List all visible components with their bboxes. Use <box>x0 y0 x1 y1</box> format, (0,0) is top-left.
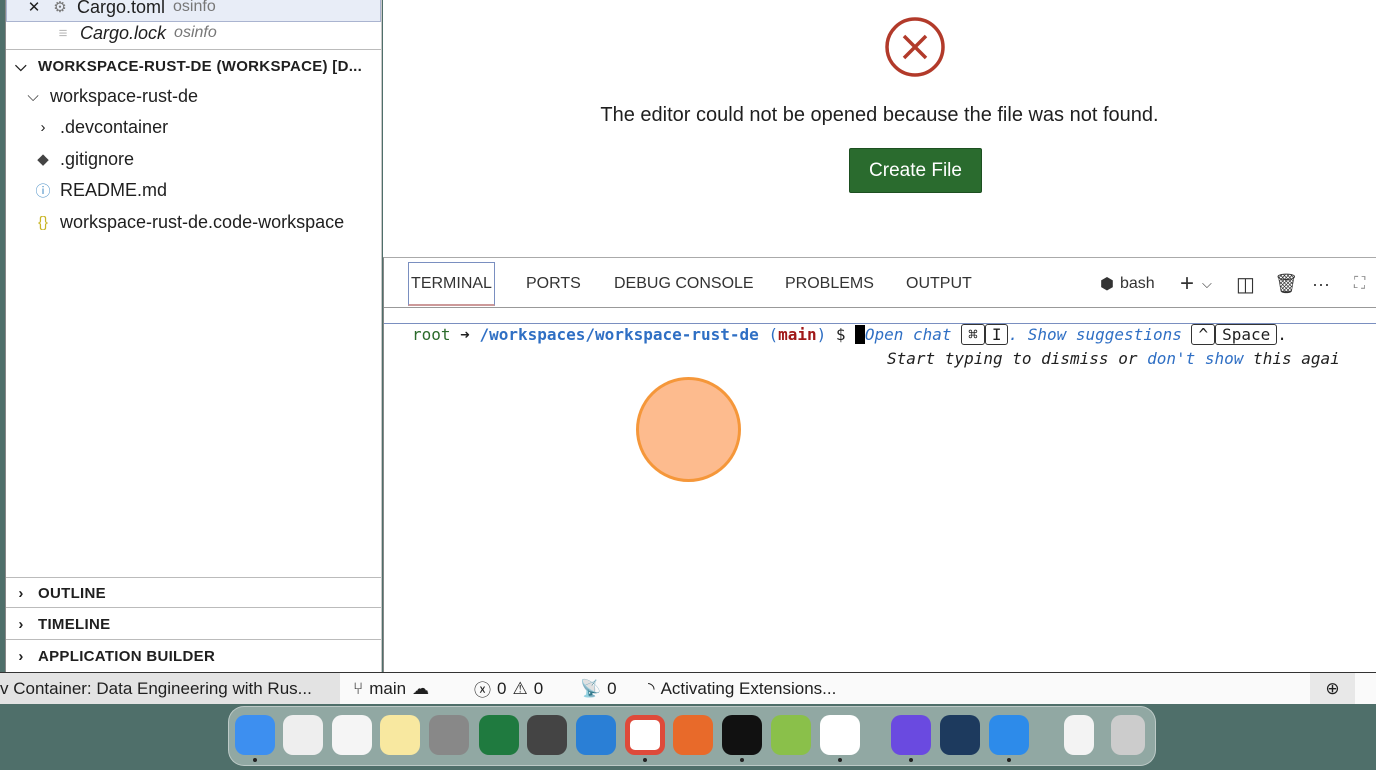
chevron-right-icon: › <box>40 118 46 136</box>
close-icon[interactable]: ✕ <box>25 0 43 16</box>
file-lines-icon: ≡ <box>58 24 68 42</box>
dock-launchpad[interactable] <box>283 715 323 755</box>
show-suggestions-link[interactable]: . Show suggestions <box>1008 325 1181 344</box>
dont-show-link[interactable]: don't show <box>1147 349 1243 368</box>
editor-area: The editor could not be opened because t… <box>383 0 1376 257</box>
file-gitignore[interactable]: ◆ .gitignore <box>6 144 381 174</box>
dock-docker[interactable] <box>989 715 1029 755</box>
dock-vscode[interactable] <box>820 715 860 755</box>
dock-maps[interactable] <box>771 715 811 755</box>
file-readme[interactable]: ⓘ README.md <box>6 175 381 205</box>
zoom-icon[interactable]: ⊕ <box>1310 673 1355 704</box>
divider <box>6 49 381 50</box>
tab-ports[interactable]: PORTS <box>526 262 581 306</box>
macos-dock <box>228 706 1156 766</box>
dock-app[interactable] <box>891 715 931 755</box>
more-actions-icon[interactable]: ··· <box>1312 262 1330 306</box>
folder-devcontainer[interactable]: › .devcontainer <box>6 112 381 142</box>
dock-downloads[interactable] <box>1064 715 1094 755</box>
status-bar: v Container: Data Engineering with Rus..… <box>0 672 1376 704</box>
problems-indicator[interactable]: ⓧ 0 ⚠ 0 <box>474 673 543 704</box>
section-application-builder[interactable]: › APPLICATION BUILDER <box>6 641 381 671</box>
json-braces-icon: {} <box>37 213 49 231</box>
git-icon: ◆ <box>37 151 49 168</box>
chevron-right-icon: › <box>18 647 24 665</box>
dock-excel[interactable] <box>479 715 519 755</box>
error-icon <box>885 17 945 77</box>
gear-icon: ⚙ <box>53 0 67 16</box>
explorer-sidebar: ✕ ⚙ Cargo.toml osinfo ≡ Cargo.lock osinfo … <box>5 0 382 672</box>
ports-indicator[interactable]: 📡 0 <box>580 673 617 704</box>
cloud-upload-icon: ☁ <box>412 678 430 698</box>
activity-indicator: ◝ Activating Extensions... <box>648 678 837 698</box>
split-terminal-icon[interactable]: ◫ <box>1236 262 1255 306</box>
dock-notes[interactable] <box>380 715 420 755</box>
tab-terminal[interactable]: TERMINAL <box>408 262 495 306</box>
terminal-line-1[interactable]: root ➜ /workspaces/workspace-rust-de (ma… <box>412 324 1287 345</box>
terminal-shell-selector[interactable]: ⬢ bash <box>1100 262 1155 306</box>
section-timeline[interactable]: › TIMELINE <box>6 609 381 639</box>
dock-settings[interactable] <box>429 715 469 755</box>
spinner-icon: ◝ <box>648 678 655 698</box>
branch-indicator[interactable]: ⑂ main ☁ <box>353 673 429 704</box>
dock-rider[interactable] <box>940 715 980 755</box>
error-message: The editor could not be opened because t… <box>600 104 1159 126</box>
dock-reminders[interactable] <box>332 715 372 755</box>
chevron-right-icon: › <box>18 584 24 602</box>
new-terminal-button[interactable]: + <box>1180 262 1194 306</box>
dock-sublime[interactable] <box>527 715 567 755</box>
dock-firefox[interactable] <box>673 715 713 755</box>
workspace-header[interactable]: ⌵ WORKSPACE-RUST-DE (WORKSPACE) [D... <box>6 51 381 81</box>
chevron-down-icon[interactable]: ⌵ <box>1202 262 1212 306</box>
info-icon: ⓘ <box>35 182 51 200</box>
maximize-panel-icon[interactable]: ⛶ <box>1354 262 1365 306</box>
tab-output[interactable]: OUTPUT <box>906 262 972 306</box>
dock-finder[interactable] <box>235 715 275 755</box>
chevron-down-icon: ⌵ <box>27 87 39 105</box>
remote-indicator[interactable]: v Container: Data Engineering with Rus..… <box>0 673 340 704</box>
section-outline[interactable]: › OUTLINE <box>6 578 381 608</box>
terminal-line-2: Start typing to dismiss or don't show th… <box>887 349 1340 368</box>
terminal-panel: TERMINAL PORTS DEBUG CONSOLE PROBLEMS OU… <box>383 257 1376 672</box>
bash-icon: ⬢ <box>1100 276 1114 293</box>
tab-problems[interactable]: PROBLEMS <box>785 262 874 306</box>
cursor-highlight <box>636 377 741 482</box>
git-branch-icon: ⑂ <box>353 678 364 698</box>
warning-icon: ⚠ <box>512 678 528 698</box>
dock-chrome[interactable] <box>625 715 665 755</box>
chevron-down-icon: ⌵ <box>15 57 27 75</box>
file-code-workspace[interactable]: {} workspace-rust-de.code-workspace <box>6 207 381 237</box>
dock-terminal[interactable] <box>722 715 762 755</box>
open-chat-link[interactable]: Open chat <box>865 325 952 344</box>
broadcast-icon: 📡 <box>580 678 602 698</box>
create-file-button[interactable]: Create File <box>849 148 982 193</box>
trash-icon[interactable]: 🗑 <box>1274 262 1298 306</box>
tab-debug-console[interactable]: DEBUG CONSOLE <box>614 262 754 306</box>
dock-outlook[interactable] <box>576 715 616 755</box>
open-editor-cargo-lock[interactable]: ≡ Cargo.lock osinfo <box>6 18 381 48</box>
dock-trash[interactable] <box>1111 715 1145 755</box>
error-icon: ⓧ <box>474 681 491 700</box>
folder-workspace-rust-de[interactable]: ⌵ workspace-rust-de <box>6 81 381 111</box>
chevron-right-icon: › <box>18 615 24 633</box>
